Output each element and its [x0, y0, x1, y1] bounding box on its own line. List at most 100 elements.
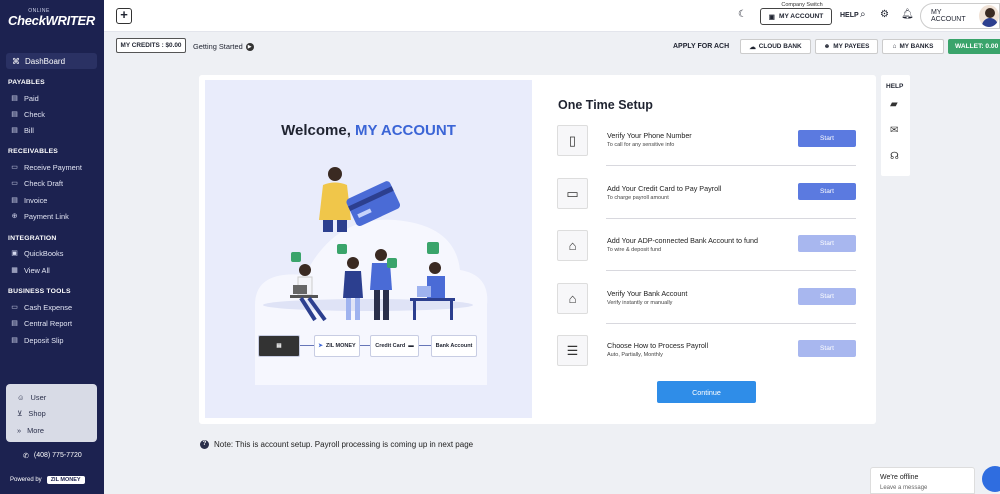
start-button-adp-bank[interactable]: Start — [798, 235, 856, 252]
sidebar-item-bill[interactable]: ▤ Bill — [11, 126, 34, 135]
setup-step-phone: ▯ Verify Your Phone Number To call for a… — [557, 125, 857, 159]
briefcase-icon: ▣ — [768, 13, 775, 21]
more-icon: » — [17, 426, 22, 435]
card-icon: ▬ — [408, 343, 414, 349]
wallet-button[interactable]: WALLET: 0.00 — [948, 39, 1000, 54]
search-icon[interactable]: ⌕ — [860, 9, 866, 20]
sidebar-item-user[interactable]: ☺ User — [17, 393, 46, 402]
help-panel: HELP ▰ ✉ ☊ — [881, 75, 910, 176]
sidebar-item-view-all[interactable]: ▦ View All — [11, 266, 50, 275]
check-icon: ▤ — [11, 110, 18, 118]
grid-icon: ▦ — [11, 266, 18, 274]
help-link[interactable]: HELP — [840, 12, 859, 19]
flow-arrow — [419, 345, 431, 346]
sidebar-item-receive-payment[interactable]: ▭ Receive Payment — [11, 163, 82, 172]
deposit-icon: ▤ — [11, 336, 18, 344]
account-menu[interactable]: MY ACCOUNT — [920, 3, 1000, 29]
my-payees-button[interactable]: ☻ MY PAYEES — [815, 39, 878, 54]
setup-step-adp-bank: ⌂ Add Your ADP-connected Bank Account to… — [557, 230, 857, 264]
sidebar-item-cash-expense[interactable]: ▭ Cash Expense — [11, 303, 72, 312]
person-icon: ☻ — [823, 43, 831, 50]
phone-icon: ✆ — [23, 453, 29, 460]
start-button-credit-card[interactable]: Start — [798, 183, 856, 200]
section-business-tools: BUSINESS TOOLS — [8, 288, 71, 295]
adp-logo-icon: ▤ — [276, 343, 282, 349]
divider — [606, 165, 856, 166]
moon-icon[interactable]: ☾ — [738, 9, 747, 20]
flow-step-adp: ▤ — [258, 335, 300, 357]
bank-icon: ⌂ — [557, 230, 588, 261]
section-payables: PAYABLES — [8, 79, 45, 86]
mail-icon[interactable]: ✉ — [890, 125, 898, 136]
section-integration: INTEGRATION — [8, 235, 57, 242]
quickbooks-icon: ▣ — [11, 249, 18, 257]
setup-title: One Time Setup — [558, 98, 653, 112]
divider — [606, 323, 856, 324]
flow-arrow — [360, 345, 370, 346]
start-button-process-payroll[interactable]: Start — [798, 340, 856, 357]
chat-widget[interactable]: We're offline Leave a message — [870, 467, 975, 494]
sidebar-item-deposit-slip[interactable]: ▤ Deposit Slip — [11, 336, 63, 345]
sidebar-item-invoice[interactable]: ▤ Invoice — [11, 196, 47, 205]
report-icon: ▤ — [11, 319, 18, 327]
help-panel-label: HELP — [886, 83, 904, 90]
zil-icon: ➤ — [318, 343, 323, 349]
sidebar-item-central-report[interactable]: ▤ Central Report — [11, 319, 72, 328]
welcome-heading: Welcome, MY ACCOUNT — [281, 122, 456, 139]
sidebar: ONLINE CheckWRITER ⌘ DashBoard PAYABLES … — [0, 0, 104, 494]
company-switch-button[interactable]: ▣ MY ACCOUNT — [760, 8, 832, 25]
sidebar-item-more[interactable]: » More — [17, 426, 44, 435]
sidebar-item-quickbooks[interactable]: ▣ QuickBooks — [11, 249, 63, 258]
sidebar-item-payment-link[interactable]: ⊕ Payment Link — [11, 212, 69, 221]
start-button-verify-bank[interactable]: Start — [798, 288, 856, 305]
getting-started-link[interactable]: Getting Started ▶ — [193, 42, 254, 51]
chat-launcher-icon[interactable] — [982, 466, 1000, 492]
avatar — [979, 5, 999, 27]
checklist-icon: ☰ — [557, 335, 588, 366]
apply-ach-link[interactable]: APPLY FOR ACH — [673, 43, 729, 50]
gear-icon[interactable]: ⚙ — [880, 9, 889, 20]
sidebar-item-dashboard[interactable]: ⌘ DashBoard — [6, 53, 97, 69]
bank-verify-icon: ⌂ — [557, 283, 588, 314]
continue-button[interactable]: Continue — [657, 381, 756, 403]
bell-icon[interactable]: 🔔︎ — [901, 9, 914, 20]
sidebar-item-shop[interactable]: ⊻ Shop — [17, 409, 46, 418]
flow-step-credit-card: Credit Card ▬ — [370, 335, 419, 357]
cloud-icon: ☁ — [749, 43, 756, 51]
start-button-phone[interactable]: Start — [798, 130, 856, 147]
cash-icon: ▭ — [11, 303, 18, 311]
bank-icon: ⌂ — [892, 43, 897, 50]
divider — [606, 270, 856, 271]
flow-step-bank-account: Bank Account — [431, 335, 477, 357]
zil-money-logo: ZIL MONEY — [46, 476, 85, 484]
powered-by: Powered by ZIL MONEY — [10, 476, 85, 484]
sidebar-item-check-draft[interactable]: ▭ Check Draft — [11, 179, 63, 188]
logo-text: CheckWRITER — [8, 13, 95, 28]
sidebar-item-check[interactable]: ▤ Check — [11, 110, 45, 119]
section-receivables: RECEIVABLES — [8, 148, 59, 155]
setup-step-credit-card: ▭ Add Your Credit Card to Pay Payroll To… — [557, 178, 857, 212]
cloud-bank-button[interactable]: ☁ CLOUD BANK — [740, 39, 811, 54]
my-banks-button[interactable]: ⌂ MY BANKS — [882, 39, 944, 54]
receive-icon: ▭ — [11, 163, 18, 171]
invoice-icon: ▤ — [11, 196, 18, 204]
headset-icon[interactable]: ☊ — [890, 151, 899, 162]
support-phone[interactable]: ✆ (408) 775-7720 — [23, 452, 82, 460]
question-icon: ? — [200, 440, 209, 449]
dashboard-icon: ⌘ — [12, 56, 20, 66]
credit-card-icon: ▭ — [557, 178, 588, 209]
people-illustration — [255, 167, 488, 385]
setup-step-verify-bank: ⌂ Verify Your Bank Account Verify instan… — [557, 283, 857, 317]
sidebar-item-paid[interactable]: ▤ Paid — [11, 94, 39, 103]
app-logo[interactable]: ONLINE CheckWRITER — [8, 8, 95, 36]
chat-icon[interactable]: ▰ — [890, 99, 898, 110]
credits-badge[interactable]: MY CREDITS : $0.00 — [116, 38, 186, 53]
draft-icon: ▭ — [11, 179, 18, 187]
add-button[interactable]: + — [116, 8, 132, 24]
play-icon: ▶ — [245, 42, 254, 51]
phone-icon: ▯ — [557, 125, 588, 156]
setup-step-process-payroll: ☰ Choose How to Process Payroll Auto, Pa… — [557, 335, 857, 369]
user-icon: ☺ — [17, 393, 25, 402]
setup-note: ? Note: This is account setup. Payroll p… — [200, 440, 473, 449]
top-bar: + ☾ Company Switch ▣ MY ACCOUNT HELP ⌕ ⚙ … — [104, 0, 1000, 32]
